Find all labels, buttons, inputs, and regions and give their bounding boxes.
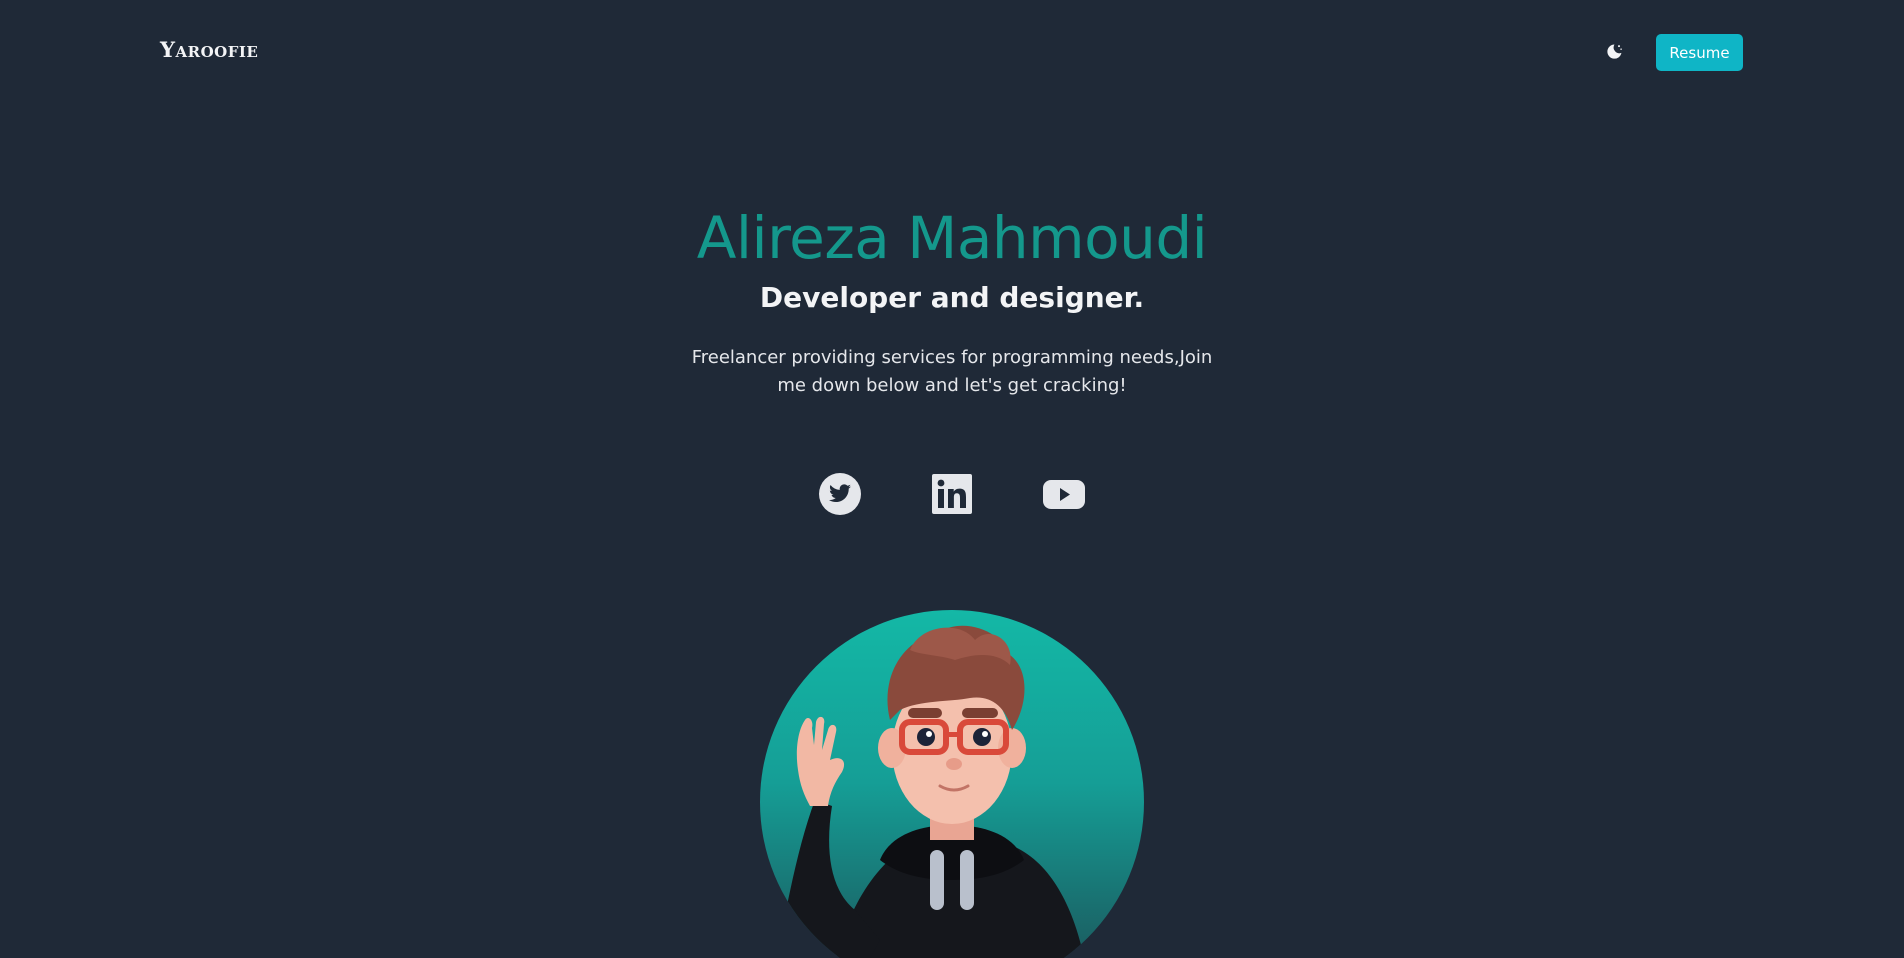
- linkedin-icon: [932, 474, 972, 514]
- site-header: Yaroofie Resume: [0, 0, 1904, 106]
- social-links: [0, 470, 1904, 520]
- portfolio-page: Yaroofie Resume Alireza Mahmoudi Develop…: [0, 0, 1904, 958]
- twitter-link[interactable]: [816, 470, 864, 518]
- avatar: [760, 610, 1144, 958]
- resume-button[interactable]: Resume: [1656, 34, 1743, 71]
- avatar-illustration: [773, 625, 1085, 958]
- youtube-icon: [1043, 480, 1085, 509]
- moon-icon: [1607, 44, 1622, 59]
- linkedin-link[interactable]: [928, 470, 976, 518]
- twitter-icon: [819, 473, 861, 515]
- youtube-link[interactable]: [1040, 470, 1088, 518]
- theme-toggle-button[interactable]: [1602, 40, 1626, 64]
- hero-role: Developer and designer.: [759, 281, 1145, 314]
- hero-description: Freelancer providing services for progra…: [691, 347, 1213, 396]
- site-logo[interactable]: Yaroofie: [160, 37, 258, 62]
- hero-name: Alireza Mahmoudi: [696, 204, 1208, 272]
